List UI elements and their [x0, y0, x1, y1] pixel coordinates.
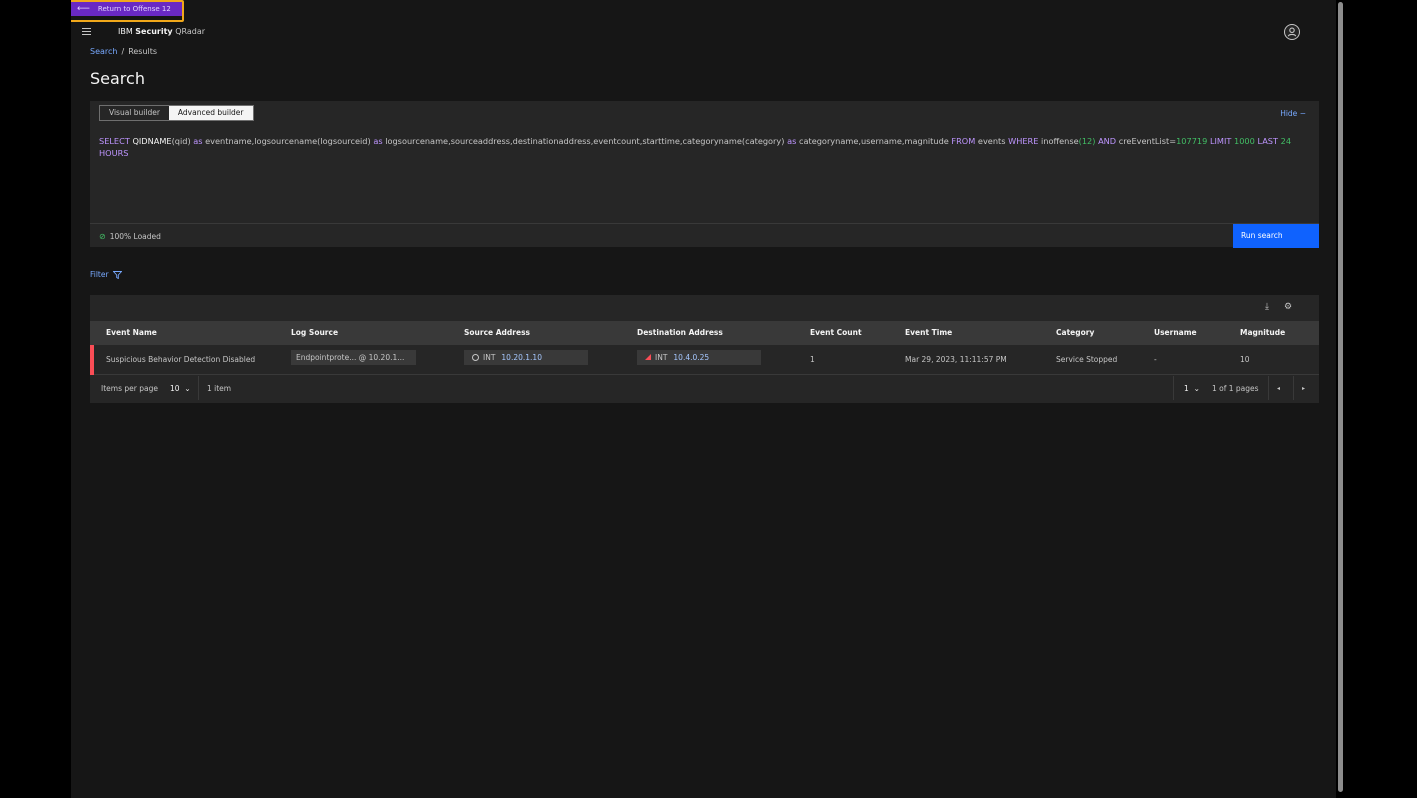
load-status: ⊘ 100% Loaded [99, 232, 161, 241]
query-token: (12) [1078, 136, 1099, 146]
col-username[interactable]: Username [1154, 328, 1197, 337]
page-of-label: 1 of 1 pages [1212, 384, 1259, 393]
query-token: AND [1098, 136, 1119, 146]
cell-event-name: Suspicious Behavior Detection Disabled [106, 355, 256, 364]
brand-name: IBM Security QRadar [118, 27, 206, 36]
log-source-tag[interactable]: Endpointprote... @ 10.20.1... [291, 350, 416, 365]
col-event-name[interactable]: Event Name [106, 328, 157, 337]
chevron-down-icon: ⌄ [184, 384, 191, 393]
source-address-tag[interactable]: INT 10.20.1.10 [464, 350, 588, 365]
query-footer: ⊘ 100% Loaded Run search [90, 223, 1319, 248]
cell-username: - [1154, 355, 1157, 364]
query-token: 1000 [1234, 136, 1258, 146]
breadcrumb-search-link[interactable]: Search [90, 47, 117, 56]
top-header: IBM Security QRadar [71, 23, 1336, 43]
download-icon[interactable]: ⤓ [1261, 301, 1273, 313]
query-token: creEventList= [1118, 136, 1177, 146]
page-title: Search [90, 69, 145, 88]
cell-event-count: 1 [810, 355, 815, 364]
col-category[interactable]: Category [1056, 328, 1094, 337]
col-event-time[interactable]: Event Time [905, 328, 952, 337]
table-row[interactable]: Suspicious Behavior Detection Disabled E… [90, 345, 1319, 375]
table-toolbar: ⤓ ⚙ [90, 295, 1319, 321]
items-per-page-label: Items per page [101, 384, 158, 393]
col-magnitude[interactable]: Magnitude [1240, 328, 1285, 337]
user-avatar-icon[interactable] [1284, 24, 1300, 40]
query-token: logsourcename,sourceaddress,destinationa… [385, 136, 788, 146]
col-destination-address[interactable]: Destination Address [637, 328, 723, 337]
col-source-address[interactable]: Source Address [464, 328, 530, 337]
gear-icon[interactable]: ⚙ [1282, 301, 1294, 313]
filter-icon [112, 270, 122, 279]
breadcrumb-current: Results [128, 47, 158, 56]
query-token: events [977, 136, 1009, 146]
network-internal-icon [472, 354, 479, 361]
arrow-left-icon: ⟵ [77, 4, 90, 14]
page-select[interactable]: 1 ⌄ [1184, 384, 1200, 393]
return-to-offense-button[interactable]: ⟵ Return to Offense 12 [71, 2, 182, 16]
builder-toggle: Visual builder Advanced builder [99, 105, 254, 121]
cell-magnitude: 10 [1240, 355, 1250, 364]
query-token: HOURS [99, 148, 129, 158]
next-page-icon[interactable]: ▸ [1302, 385, 1305, 392]
filter-button[interactable]: Filter [90, 270, 122, 279]
cell-category: Service Stopped [1056, 355, 1118, 364]
cell-event-time: Mar 29, 2023, 11:11:57 PM [905, 355, 1007, 364]
query-token: as [193, 136, 206, 146]
chevron-down-icon: ⌄ [1193, 384, 1200, 393]
offense-target-icon [645, 354, 651, 360]
scrollbar-thumb[interactable] [1338, 2, 1343, 792]
breadcrumb: Search / Results [90, 47, 158, 56]
item-count: 1 item [207, 384, 232, 393]
items-per-page-select[interactable]: 10 ⌄ [170, 384, 191, 393]
prev-page-icon[interactable]: ◂ [1277, 385, 1280, 392]
query-token: 24 [1280, 136, 1292, 146]
checkmark-circle-icon: ⊘ [99, 232, 106, 241]
return-label: Return to Offense 12 [97, 5, 171, 13]
col-log-source[interactable]: Log Source [291, 328, 338, 337]
query-token: QIDNAME [132, 136, 172, 146]
return-bar: ⟵ Return to Offense 12 [71, 0, 1336, 22]
qradar-app: ⟵ Return to Offense 12 IBM Security QRad… [71, 0, 1336, 798]
severity-indicator [90, 345, 94, 375]
query-token: inoffense [1041, 136, 1079, 146]
advanced-builder-tab[interactable]: Advanced builder [168, 106, 253, 120]
pagination: Items per page 10 ⌄ 1 item 1 ⌄ 1 of 1 pa… [90, 376, 1319, 400]
table-header: Event Name Log Source Source Address Des… [90, 321, 1319, 345]
results-table: ⤓ ⚙ Event Name Log Source Source Address… [90, 295, 1319, 403]
query-token: 107719 [1176, 136, 1210, 146]
query-token: categoryname,username,magnitude [798, 136, 952, 146]
run-search-button[interactable]: Run search [1233, 224, 1319, 248]
visual-builder-tab[interactable]: Visual builder [100, 106, 169, 120]
query-token: LAST [1257, 136, 1281, 146]
query-panel: Visual builder Advanced builder Hide − S… [90, 101, 1319, 248]
query-token: FROM [951, 136, 978, 146]
hide-query-button[interactable]: Hide − [1280, 109, 1306, 118]
destination-address-tag[interactable]: INT 10.4.0.25 [637, 350, 761, 365]
col-event-count[interactable]: Event Count [810, 328, 862, 337]
query-token: SELECT [99, 136, 133, 146]
query-token: as [373, 136, 386, 146]
query-token: as [787, 136, 799, 146]
hamburger-menu-icon[interactable] [82, 28, 91, 36]
query-token: eventname,logsourcename(logsourceid) [205, 136, 374, 146]
minus-icon: − [1299, 109, 1306, 118]
query-token: LIMIT [1209, 136, 1234, 146]
scrollbar[interactable] [1336, 0, 1348, 798]
query-token: (qid) [171, 136, 194, 146]
aql-query-editor[interactable]: SELECT QIDNAME(qid) as eventname,logsour… [99, 135, 1309, 159]
query-token: WHERE [1008, 136, 1041, 146]
